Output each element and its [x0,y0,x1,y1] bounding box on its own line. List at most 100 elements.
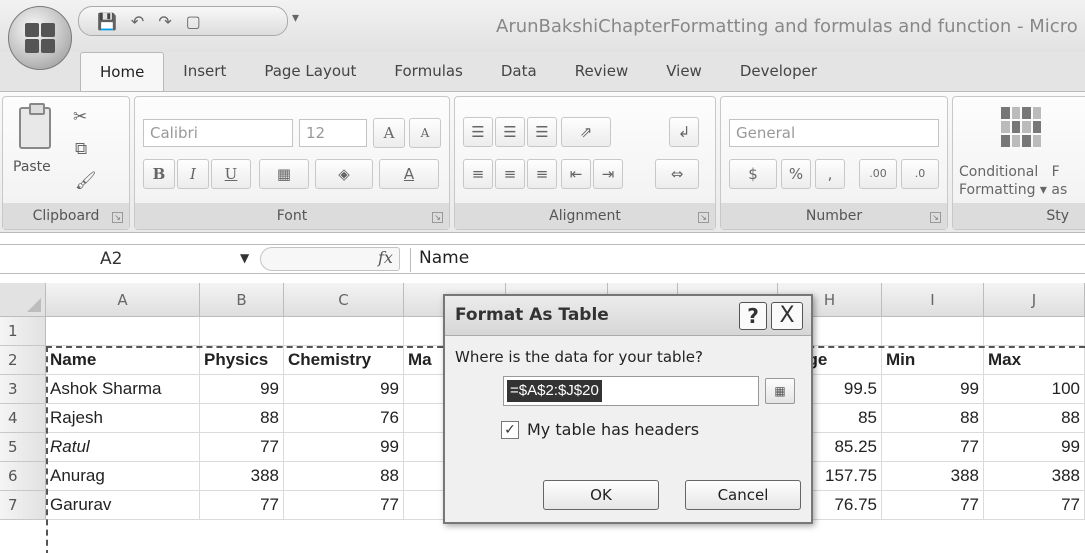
increase-decimal-button[interactable]: .00 [859,159,897,189]
cell-i7[interactable]: 77 [882,491,984,520]
grow-font-button[interactable]: A [373,118,405,148]
cell-i1[interactable] [882,317,984,346]
cell-j6[interactable]: 388 [984,462,1085,491]
tab-developer[interactable]: Developer [721,52,836,92]
column-header-a[interactable]: A [46,283,200,317]
insert-function-icon[interactable]: fx [378,248,393,267]
wrap-text-icon[interactable]: ↲ [669,117,699,147]
column-header-c[interactable]: C [284,283,404,317]
italic-button[interactable]: I [177,159,209,189]
tab-page-layout[interactable]: Page Layout [245,52,375,92]
cell-j2[interactable]: Max [984,346,1085,375]
paste-button-label[interactable]: Paste [13,159,51,175]
cell-a2[interactable]: Name [46,346,200,375]
column-header-b[interactable]: B [200,283,284,317]
conditional-formatting-icon[interactable] [1001,107,1041,147]
cell-c7[interactable]: 77 [284,491,404,520]
cell-j5[interactable]: 99 [984,433,1085,462]
font-launcher-icon[interactable]: ↘ [432,212,443,223]
row-header-2[interactable]: 2 [0,346,46,375]
cell-c4[interactable]: 76 [284,404,404,433]
cancel-button[interactable]: Cancel [685,480,801,510]
number-launcher-icon[interactable]: ↘ [930,212,941,223]
clipboard-launcher-icon[interactable]: ↘ [112,212,123,223]
cell-c3[interactable]: 99 [284,375,404,404]
cell-j3[interactable]: 100 [984,375,1085,404]
cell-b6[interactable]: 388 [200,462,284,491]
select-all-corner[interactable] [0,283,46,317]
row-header-3[interactable]: 3 [0,375,46,404]
cell-c1[interactable] [284,317,404,346]
format-painter-icon[interactable]: 🖌 [75,171,97,191]
cell-a5[interactable]: Ratul [46,433,200,462]
cell-i2[interactable]: Min [882,346,984,375]
tab-insert[interactable]: Insert [164,52,245,92]
headers-checkbox[interactable]: ✓ [501,420,519,439]
decrease-decimal-button[interactable]: .0 [901,159,939,189]
ok-button[interactable]: OK [543,480,659,510]
row-header-5[interactable]: 5 [0,433,46,462]
redo-icon[interactable]: ↷ [158,12,171,31]
font-name-select[interactable]: Calibri [143,119,293,147]
row-header-4[interactable]: 4 [0,404,46,433]
headers-checkbox-row[interactable]: ✓ My table has headers [501,420,699,439]
new-document-icon[interactable]: ▢ [186,12,201,31]
cell-i4[interactable]: 88 [882,404,984,433]
table-range-input[interactable]: =$A$2:$J$20 [503,376,759,406]
collapse-dialog-icon[interactable]: ▦ [765,378,795,404]
underline-button[interactable]: U [211,159,251,189]
merge-center-icon[interactable]: ⇔ [655,159,699,189]
cell-c5[interactable]: 99 [284,433,404,462]
percent-button[interactable]: % [781,159,811,189]
tab-view[interactable]: View [647,52,721,92]
cell-b7[interactable]: 77 [200,491,284,520]
name-box[interactable]: A2 [0,245,230,273]
row-header-7[interactable]: 7 [0,491,46,520]
number-format-select[interactable]: General [729,119,939,147]
row-header-6[interactable]: 6 [0,462,46,491]
paste-icon[interactable] [19,103,51,149]
increase-indent-icon[interactable]: ⇥ [593,159,623,189]
align-bottom-icon[interactable]: ☰ [527,117,557,147]
tab-review[interactable]: Review [556,52,648,92]
comma-button[interactable]: , [815,159,845,189]
cell-c6[interactable]: 88 [284,462,404,491]
cell-j4[interactable]: 88 [984,404,1085,433]
align-center-icon[interactable]: ≡ [495,159,525,189]
cell-j1[interactable] [984,317,1085,346]
cell-i3[interactable]: 99 [882,375,984,404]
undo-icon[interactable]: ↶ [131,12,144,31]
currency-button[interactable]: $ [729,159,777,189]
bold-button[interactable]: B [143,159,175,189]
cell-b3[interactable]: 99 [200,375,284,404]
align-left-icon[interactable]: ≡ [463,159,493,189]
tab-home[interactable]: Home [80,52,165,92]
cell-a6[interactable]: Anurag [46,462,200,491]
fill-color-icon[interactable]: ◈ [315,159,373,189]
alignment-launcher-icon[interactable]: ↘ [698,212,709,223]
align-right-icon[interactable]: ≡ [527,159,557,189]
font-color-icon[interactable]: A [379,159,439,189]
borders-icon[interactable]: ▦ [259,159,309,189]
cell-b5[interactable]: 77 [200,433,284,462]
font-size-select[interactable]: 12 [299,119,367,147]
orientation-icon[interactable]: ⇗ [561,117,611,147]
tab-formulas[interactable]: Formulas [375,52,481,92]
copy-icon[interactable]: ⧉ [75,139,87,159]
customize-toolbar-icon[interactable]: ▾ [292,10,299,26]
cell-a1[interactable] [46,317,200,346]
cell-j7[interactable]: 77 [984,491,1085,520]
cell-b2[interactable]: Physics [200,346,284,375]
conditional-formatting-button[interactable]: Conditional F Formatting ▾ as [959,163,1067,199]
tab-data[interactable]: Data [482,52,556,92]
align-middle-icon[interactable]: ☰ [495,117,525,147]
cell-i6[interactable]: 388 [882,462,984,491]
formula-input[interactable]: Name [410,248,469,272]
close-button[interactable]: X [771,302,803,330]
cell-c2[interactable]: Chemistry [284,346,404,375]
help-button[interactable]: ? [739,302,767,330]
cell-b1[interactable] [200,317,284,346]
cell-a7[interactable]: Garurav [46,491,200,520]
decrease-indent-icon[interactable]: ⇤ [561,159,591,189]
cell-i5[interactable]: 77 [882,433,984,462]
